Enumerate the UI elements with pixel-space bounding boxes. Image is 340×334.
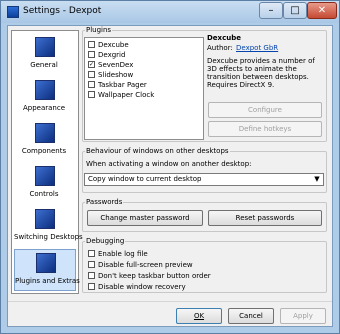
nav-label: Plugins and Extras [15, 277, 80, 285]
nav-label: Appearance [22, 104, 66, 112]
plugins-extras-icon [36, 253, 56, 273]
components-icon [35, 123, 55, 143]
maximize-button[interactable]: □ [283, 2, 307, 19]
option-disable-full-screen-preview[interactable]: Disable full-screen preview [88, 260, 193, 270]
checkbox[interactable] [88, 80, 95, 88]
checkbox[interactable] [88, 271, 95, 279]
option-label: Disable full-screen preview [98, 261, 193, 269]
plugin-item-wallpaper-clock[interactable]: Wallpaper Clock [88, 90, 154, 100]
plugin-label: Taskbar Pager [98, 81, 147, 89]
debugging-group-label: Debugging [85, 237, 126, 245]
dropdown-value: Copy window to current desktop [88, 175, 202, 183]
settings-window: Settings - Dexpot – □ ✕ General Appearan… [0, 0, 340, 334]
nav-item-switching-desktops[interactable]: Switching Desktops [14, 206, 83, 248]
category-nav: General Appearance Components Controls S… [11, 30, 83, 294]
checkbox[interactable] [88, 70, 95, 78]
plugin-item-slideshow[interactable]: Slideshow [88, 70, 133, 80]
passwords-group-label: Passwords [85, 198, 124, 206]
behaviour-group-label: Behaviour of windows on other desktops [85, 147, 230, 155]
plugin-label: Dexgrid [98, 51, 126, 59]
option-label: Don't keep taskbar button order [98, 272, 211, 280]
checkbox[interactable] [88, 50, 95, 58]
plugins-group-label: Plugins [85, 26, 113, 34]
nav-item-general[interactable]: General [14, 34, 76, 76]
option-enable-log-file[interactable]: Enable log file [88, 249, 148, 259]
plugin-item-taskbar-pager[interactable]: Taskbar Pager [88, 80, 147, 90]
behaviour-prompt: When activating a window on another desk… [86, 160, 252, 168]
plugin-label: SevenDex [98, 61, 134, 69]
footer-divider [8, 301, 332, 302]
dropdown-arrow-icon[interactable]: ▼ [311, 174, 323, 185]
cancel-button[interactable]: Cancel [228, 308, 274, 324]
author-link[interactable]: Dexpot GbR [236, 44, 278, 52]
checkbox[interactable] [88, 90, 95, 98]
option-disable-window-recovery[interactable]: Disable window recovery [88, 282, 186, 292]
behaviour-dropdown[interactable]: Copy window to current desktop ▼ [84, 173, 324, 186]
checkbox-checked[interactable]: ✓ [88, 60, 95, 68]
appearance-icon [35, 80, 55, 100]
dexpot-app-icon [7, 6, 19, 18]
author-label: Author: [207, 44, 233, 52]
plugin-label: Wallpaper Clock [98, 91, 155, 99]
controls-icon [35, 166, 55, 186]
switching-desktops-icon [35, 209, 55, 229]
nav-label: Switching Desktops [14, 233, 83, 241]
plugin-description: Dexcube provides a number of 3D effects … [207, 57, 315, 89]
nav-label: Controls [29, 190, 59, 198]
apply-button[interactable]: Apply [280, 308, 326, 324]
title-bar[interactable]: Settings - Dexpot – □ ✕ [1, 1, 339, 23]
configure-button[interactable]: Configure [208, 102, 322, 118]
plugin-list: Dexcube Dexgrid ✓ SevenDex Slideshow Task… [84, 37, 204, 140]
nav-item-appearance[interactable]: Appearance [14, 77, 76, 119]
general-icon [35, 37, 55, 57]
plugin-label: Dexcube [98, 41, 129, 49]
plugin-item-dexgrid[interactable]: Dexgrid [88, 50, 125, 60]
plugin-item-sevendex[interactable]: ✓ SevenDex [88, 60, 133, 70]
behaviour-group [82, 151, 327, 193]
minimize-button[interactable]: – [259, 2, 283, 19]
option-label: Disable window recovery [98, 283, 186, 291]
checkbox[interactable] [88, 260, 95, 268]
checkbox[interactable] [88, 40, 95, 48]
checkbox[interactable] [88, 282, 95, 290]
plugin-label: Slideshow [98, 71, 134, 79]
option-label: Enable log file [98, 250, 148, 258]
window-title: Settings - Dexpot [23, 6, 102, 16]
plugin-name: Dexcube [207, 34, 241, 42]
nav-label: Components [21, 147, 67, 155]
reset-passwords-button[interactable]: Reset passwords [208, 210, 322, 226]
ok-button[interactable]: OK [176, 308, 222, 324]
nav-label: General [30, 61, 58, 69]
plugin-item-dexcube[interactable]: Dexcube [88, 40, 129, 50]
nav-item-components[interactable]: Components [14, 120, 76, 162]
close-button[interactable]: ✕ [307, 2, 337, 19]
dialog-client: General Appearance Components Controls S… [7, 25, 333, 327]
change-master-password-button[interactable]: Change master password [87, 210, 203, 226]
nav-item-plugins-and-extras[interactable]: Plugins and Extras [14, 249, 80, 291]
nav-item-controls[interactable]: Controls [14, 163, 76, 205]
option-dont-keep-taskbar-button-order[interactable]: Don't keep taskbar button order [88, 271, 211, 281]
define-hotkeys-button[interactable]: Define hotkeys [208, 121, 322, 137]
checkbox[interactable] [88, 249, 95, 257]
